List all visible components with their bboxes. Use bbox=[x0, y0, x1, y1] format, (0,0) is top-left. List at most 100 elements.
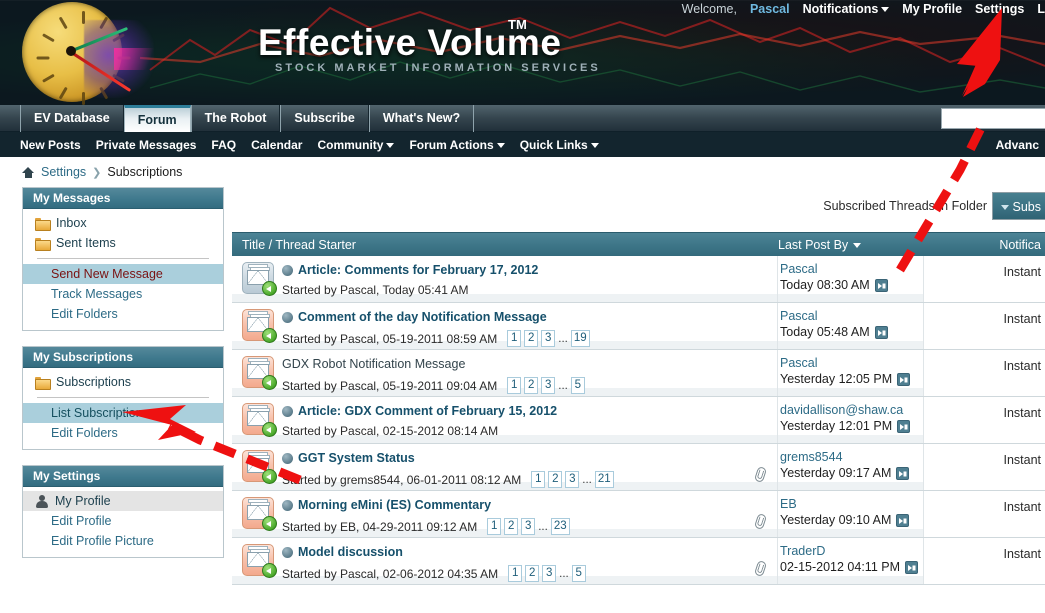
last-post-user-link[interactable]: davidallison@shaw.ca bbox=[780, 403, 923, 418]
thread-title-link[interactable]: Morning eMini (ES) Commentary bbox=[298, 498, 491, 512]
sidebar-item-sent-items[interactable]: Sent Items bbox=[23, 233, 223, 253]
sidebar-item-edit-profile-picture[interactable]: Edit Profile Picture bbox=[23, 531, 223, 551]
top-nav-l[interactable]: L bbox=[1037, 2, 1045, 16]
sidebar-item-send-new-message[interactable]: Send New Message bbox=[23, 264, 223, 284]
table-row[interactable]: Comment of the day Notification Message S… bbox=[232, 303, 1045, 350]
go-to-last-post-icon[interactable] bbox=[896, 467, 910, 480]
table-row[interactable]: Morning eMini (ES) Commentary Started by … bbox=[232, 491, 1045, 538]
tab-forum[interactable]: Forum bbox=[123, 105, 191, 132]
subnav-faq[interactable]: FAQ bbox=[211, 138, 236, 152]
table-row[interactable]: GGT System Status Started by grems8544, 0… bbox=[232, 444, 1045, 491]
tab-the-robot[interactable]: The Robot bbox=[190, 105, 281, 132]
tab-ev-database[interactable]: EV Database bbox=[20, 105, 124, 132]
page-link-last[interactable]: 5 bbox=[571, 565, 586, 582]
last-post-user-link[interactable]: EB bbox=[780, 497, 923, 512]
subnav-private-messages[interactable]: Private Messages bbox=[96, 138, 197, 152]
sidebar-panel-title: My Messages bbox=[23, 188, 223, 209]
pagination-ellipsis: ... bbox=[559, 567, 569, 580]
sidebar-panel-title: My Settings bbox=[23, 466, 223, 487]
go-to-last-post-icon[interactable] bbox=[905, 561, 918, 574]
sidebar-item-my-profile[interactable]: My Profile bbox=[23, 491, 223, 511]
subnav-forum-actions[interactable]: Forum Actions bbox=[409, 138, 505, 152]
page-link[interactable]: 2 bbox=[548, 471, 563, 488]
table-row[interactable]: Article: GDX Comment of February 15, 201… bbox=[232, 397, 1045, 444]
subnav-community[interactable]: Community bbox=[317, 138, 395, 152]
go-to-last-post-icon[interactable] bbox=[897, 420, 911, 433]
sidebar-item-edit-folders[interactable]: Edit Folders bbox=[23, 423, 223, 443]
table-row[interactable]: GDX Robot Notification Message Started by… bbox=[232, 350, 1045, 397]
subnav-new-posts[interactable]: New Posts bbox=[20, 138, 81, 152]
page-link-last[interactable]: 19 bbox=[570, 330, 590, 347]
thread-title-link[interactable]: GDX Robot Notification Message bbox=[282, 357, 465, 371]
column-header-last-post[interactable]: Last Post By bbox=[778, 238, 918, 252]
subscriptions-table-body: Article: Comments for February 17, 2012 S… bbox=[232, 256, 1045, 585]
current-username[interactable]: Pascal bbox=[750, 2, 790, 16]
sidebar-item-edit-folders[interactable]: Edit Folders bbox=[23, 304, 223, 324]
last-post-time-text: Yesterday 09:17 AM bbox=[780, 466, 892, 480]
go-to-last-post-icon[interactable] bbox=[874, 326, 888, 339]
thread-title-line: Model discussion bbox=[282, 543, 777, 561]
breadcrumb-current: Subscriptions bbox=[107, 165, 183, 179]
site-logo[interactable] bbox=[10, 0, 164, 105]
sidebar-item-list-subscriptions[interactable]: List Subscriptions bbox=[23, 403, 223, 423]
top-nav-settings[interactable]: Settings bbox=[975, 2, 1024, 16]
subnav-calendar[interactable]: Calendar bbox=[251, 138, 302, 152]
page-link[interactable]: 1 bbox=[508, 565, 523, 582]
column-header-notification[interactable]: Notifica bbox=[918, 238, 1045, 252]
sidebar-item-subscriptions[interactable]: Subscriptions bbox=[23, 372, 223, 392]
go-to-last-post-icon[interactable] bbox=[897, 373, 911, 386]
thread-title-link[interactable]: GGT System Status bbox=[298, 451, 415, 465]
last-post-user-link[interactable]: Pascal bbox=[780, 356, 923, 371]
page-link[interactable]: 1 bbox=[531, 471, 546, 488]
column-header-title[interactable]: Title / Thread Starter bbox=[232, 238, 778, 252]
sidebar-item-inbox[interactable]: Inbox bbox=[23, 213, 223, 233]
table-row[interactable]: Article: Comments for February 17, 2012 S… bbox=[232, 256, 1045, 303]
page-link[interactable]: 3 bbox=[541, 377, 556, 394]
page-link[interactable]: 2 bbox=[525, 565, 540, 582]
header-search-input[interactable] bbox=[941, 108, 1045, 129]
page-link-last[interactable]: 23 bbox=[550, 518, 570, 535]
page-link[interactable]: 3 bbox=[541, 330, 556, 347]
page-link[interactable]: 3 bbox=[521, 518, 536, 535]
sidebar-item-label: Track Messages bbox=[51, 287, 143, 301]
table-row[interactable]: Model discussion Started by Pascal, 02-06… bbox=[232, 538, 1045, 585]
breadcrumb-settings[interactable]: Settings bbox=[41, 165, 86, 179]
sidebar-item-edit-profile[interactable]: Edit Profile bbox=[23, 511, 223, 531]
cell-last-post: Pascal Today 05:48 AM bbox=[778, 303, 924, 349]
thread-title-link[interactable]: Comment of the day Notification Message bbox=[298, 310, 547, 324]
go-to-last-post-icon[interactable] bbox=[896, 514, 910, 527]
tab-subscribe[interactable]: Subscribe bbox=[280, 105, 369, 132]
top-nav-notifications[interactable]: Notifications bbox=[803, 2, 890, 16]
subscriptions-folder-dropdown[interactable]: Subs bbox=[991, 192, 1045, 220]
folder-icon bbox=[35, 376, 51, 390]
tab-what-s-new-[interactable]: What's New? bbox=[368, 105, 475, 132]
go-to-last-post-icon[interactable] bbox=[874, 279, 888, 292]
page-link[interactable]: 3 bbox=[542, 565, 557, 582]
thread-info: GDX Robot Notification Message Started by… bbox=[282, 355, 777, 394]
page-link[interactable]: 1 bbox=[507, 330, 522, 347]
thread-title-link[interactable]: Model discussion bbox=[298, 545, 403, 559]
sidebar-item-track-messages[interactable]: Track Messages bbox=[23, 284, 223, 304]
home-icon[interactable] bbox=[22, 166, 35, 179]
subnav-label: Quick Links bbox=[519, 137, 588, 152]
page-link[interactable]: 2 bbox=[524, 330, 539, 347]
page-link[interactable]: 1 bbox=[487, 518, 502, 535]
thread-title-line: Morning eMini (ES) Commentary bbox=[282, 496, 777, 514]
page-link-last[interactable]: 5 bbox=[570, 377, 585, 394]
last-post-user-link[interactable]: grems8544 bbox=[780, 450, 923, 465]
last-post-user-link[interactable]: Pascal bbox=[780, 262, 923, 277]
top-nav-my-profile[interactable]: My Profile bbox=[902, 2, 962, 16]
page-link-last[interactable]: 21 bbox=[594, 471, 614, 488]
top-nav-label: Settings bbox=[975, 2, 1025, 16]
advanced-search-link[interactable]: Advanc bbox=[996, 132, 1039, 157]
page-link[interactable]: 2 bbox=[524, 377, 539, 394]
subnav-quick-links[interactable]: Quick Links bbox=[520, 138, 599, 152]
thread-title-link[interactable]: Article: Comments for February 17, 2012 bbox=[298, 263, 538, 277]
page-link[interactable]: 2 bbox=[504, 518, 519, 535]
page-link[interactable]: 1 bbox=[507, 377, 522, 394]
thread-title-link[interactable]: Article: GDX Comment of February 15, 201… bbox=[298, 404, 557, 418]
last-post-user-link[interactable]: TraderD bbox=[780, 544, 923, 559]
cell-notification: Instant bbox=[924, 397, 1045, 443]
page-link[interactable]: 3 bbox=[565, 471, 580, 488]
last-post-user-link[interactable]: Pascal bbox=[780, 309, 923, 324]
